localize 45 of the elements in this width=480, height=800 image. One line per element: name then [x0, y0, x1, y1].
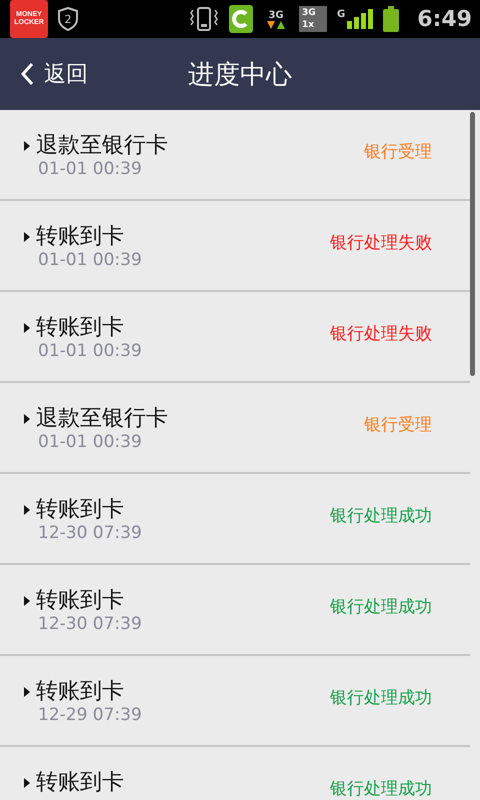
record-time: 01-01 00:39	[37, 250, 142, 270]
record-status: 银行处理成功	[330, 780, 432, 799]
expand-triangle-icon	[24, 505, 30, 515]
expand-triangle-icon	[24, 141, 30, 151]
record-title: 转账到卡	[36, 315, 124, 341]
page-title: 进度中心	[188, 58, 292, 92]
record-status: 银行处理成功	[330, 507, 432, 526]
expand-triangle-icon	[24, 232, 30, 242]
record-status: 银行受理	[364, 416, 432, 435]
record-title: 退款至银行卡	[36, 133, 168, 159]
expand-triangle-icon	[24, 687, 30, 697]
record-time: 01-01 00:39	[37, 432, 143, 452]
record-time: 01-01 00:39	[37, 341, 142, 361]
record-time: 12-30 07:39	[37, 523, 142, 543]
record-row[interactable]: 转账到卡 银行处理成功	[0, 747, 470, 800]
record-row[interactable]: 转账到卡 12-30 07:39 银行处理成功	[0, 565, 470, 656]
record-status: 银行处理成功	[330, 598, 432, 617]
record-status: 银行受理	[364, 143, 432, 162]
record-row[interactable]: 转账到卡 12-29 07:39 银行处理成功	[0, 656, 470, 747]
record-status: 银行处理成功	[330, 689, 432, 708]
vibrate-icon	[189, 6, 220, 32]
shield-icon: 2	[58, 7, 78, 31]
record-title: 转账到卡	[36, 224, 124, 250]
record-time: 12-29 07:39	[37, 705, 142, 725]
record-row[interactable]: 转账到卡 12-30 07:39 银行处理成功	[0, 474, 470, 565]
c-app-icon	[229, 5, 254, 33]
back-icon	[20, 62, 34, 86]
record-row[interactable]: 退款至银行卡 01-01 00:39 银行受理	[0, 383, 470, 474]
record-title: 转账到卡	[36, 497, 124, 523]
clock-time: 6:49	[417, 6, 472, 32]
record-title: 转账到卡	[36, 679, 124, 705]
expand-triangle-icon	[24, 596, 30, 606]
back-button[interactable]: 返回	[0, 50, 88, 98]
record-title: 转账到卡	[36, 588, 124, 614]
record-time: 12-30 07:39	[37, 614, 142, 634]
record-title: 退款至银行卡	[36, 406, 168, 432]
expand-triangle-icon	[24, 778, 30, 788]
record-time: 01-01 00:39	[37, 159, 143, 179]
battery-icon	[383, 6, 400, 32]
expand-triangle-icon	[24, 414, 30, 424]
record-status: 银行处理失败	[330, 325, 432, 344]
record-status: 银行处理失败	[330, 234, 432, 253]
dual-signal-icon: 3G 1x	[299, 6, 328, 32]
record-title: 转账到卡	[36, 770, 124, 796]
expand-triangle-icon	[24, 323, 30, 333]
